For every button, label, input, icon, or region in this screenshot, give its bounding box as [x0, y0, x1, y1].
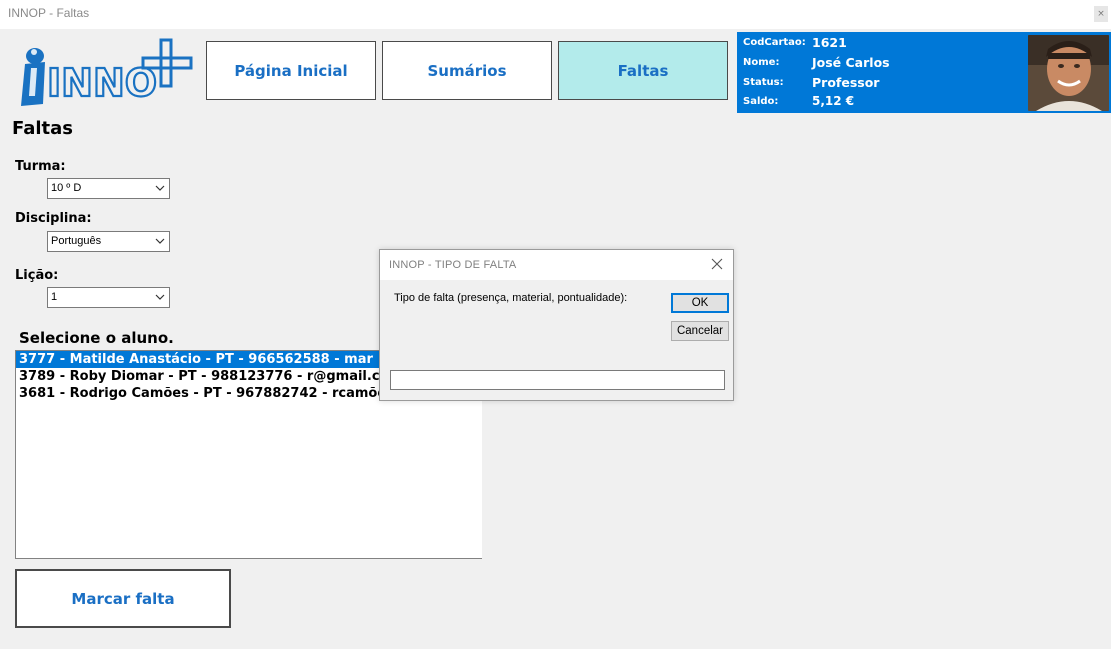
- nav-summaries-label: Sumários: [427, 61, 507, 80]
- lesson-select-value: 1: [51, 291, 58, 303]
- user-info-panel: CodCartao: 1621 Nome: José Carlos Status…: [737, 32, 1111, 113]
- close-icon[interactable]: [710, 257, 724, 271]
- dialog-prompt: Tipo de falta (presença, material, pontu…: [394, 292, 628, 304]
- user-avatar: [1028, 35, 1109, 111]
- innop-logo: INNO: [13, 38, 196, 110]
- page-title: Faltas: [12, 118, 74, 139]
- status-value: Professor: [812, 75, 880, 90]
- status-label: Status:: [743, 77, 784, 88]
- chevron-down-icon: [155, 294, 165, 300]
- student-select-label: Selecione o aluno.: [19, 329, 174, 347]
- subject-label: Disciplina:: [15, 211, 92, 226]
- balance-label: Saldo:: [743, 96, 779, 107]
- dialog-cancel-label: Cancelar: [676, 325, 724, 337]
- subject-select[interactable]: Português: [47, 231, 170, 252]
- window-close-button[interactable]: ×: [1094, 6, 1108, 22]
- card-value: 1621: [812, 35, 847, 50]
- nav-home-button[interactable]: Página Inicial: [206, 41, 376, 100]
- dialog-titlebar: INNOP - TIPO DE FALTA: [380, 250, 733, 280]
- absence-type-input[interactable]: [390, 370, 725, 390]
- chevron-down-icon: [155, 238, 165, 244]
- mark-absence-label: Marcar falta: [71, 589, 175, 608]
- nav-home-label: Página Inicial: [234, 61, 348, 80]
- chevron-down-icon: [155, 185, 165, 191]
- dialog-cancel-button[interactable]: Cancelar: [671, 321, 729, 341]
- name-value: José Carlos: [812, 55, 890, 70]
- close-icon: ×: [1097, 9, 1105, 19]
- window-title: INNOP - Faltas: [8, 6, 90, 20]
- subject-select-value: Português: [51, 235, 102, 247]
- class-select-value: 10 º D: [51, 182, 82, 194]
- class-select[interactable]: 10 º D: [47, 178, 170, 199]
- dialog-ok-button[interactable]: OK: [671, 293, 729, 313]
- logo-graphic: INNO: [21, 38, 193, 106]
- logo-text: INNO: [47, 61, 157, 105]
- dialog-ok-label: OK: [691, 297, 709, 309]
- mark-absence-button[interactable]: Marcar falta: [15, 569, 231, 628]
- lesson-label: Lição:: [15, 268, 59, 283]
- window-titlebar: INNOP - Faltas ×: [0, 0, 1111, 29]
- dialog-title: INNOP - TIPO DE FALTA: [389, 259, 517, 271]
- absence-type-dialog: INNOP - TIPO DE FALTA Tipo de falta (pre…: [379, 249, 734, 401]
- card-label: CodCartao:: [743, 37, 806, 48]
- balance-value: 5,12 €: [812, 94, 855, 108]
- nav-absences-label: Faltas: [617, 61, 669, 80]
- nav-absences-button[interactable]: Faltas: [558, 41, 728, 100]
- lesson-select[interactable]: 1: [47, 287, 170, 308]
- class-label: Turma:: [15, 159, 66, 174]
- name-label: Nome:: [743, 57, 780, 68]
- nav-summaries-button[interactable]: Sumários: [382, 41, 552, 100]
